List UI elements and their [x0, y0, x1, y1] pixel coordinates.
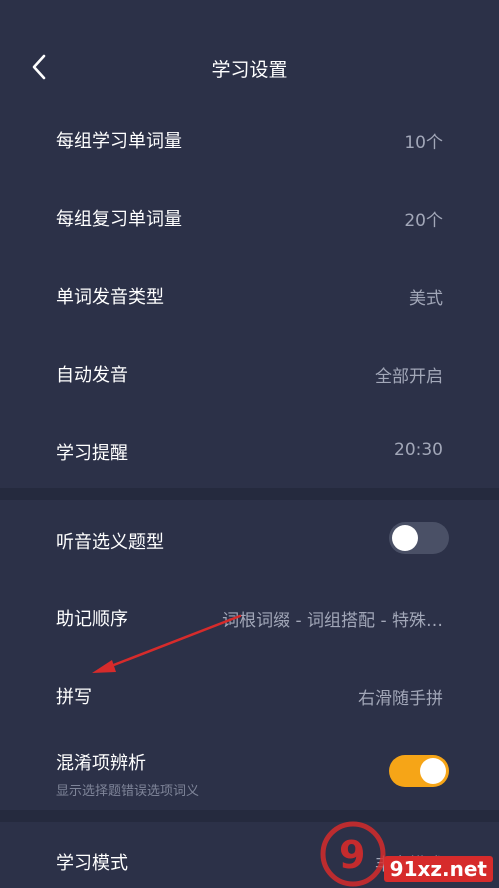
- setting-row-study-count[interactable]: 每组学习单词量 10个: [0, 100, 499, 178]
- confusion-analysis-toggle[interactable]: [389, 755, 449, 787]
- setting-row-study-reminder[interactable]: 学习提醒 20:30: [0, 412, 499, 490]
- section-divider: [0, 488, 499, 500]
- setting-label: 学习提醒: [56, 443, 128, 464]
- setting-row-auto-pronounce[interactable]: 自动发音 全部开启: [0, 334, 499, 412]
- setting-value: 词根词缀 - 词组搭配 - 特殊…: [222, 611, 443, 631]
- setting-label: 学习模式: [56, 853, 128, 874]
- settings-group-basic: 每组学习单词量 10个 每组复习单词量 20个 单词发音类型 美式 自动发音 全…: [0, 100, 499, 488]
- setting-row-spelling[interactable]: 拼写 右滑随手拼: [0, 656, 499, 734]
- toggle-knob: [392, 525, 418, 551]
- setting-label: 拼写: [56, 687, 92, 708]
- setting-sublabel: 显示选择题错误选项词义: [56, 784, 200, 799]
- setting-label: 助记顺序: [56, 609, 128, 630]
- setting-label: 听音选义题型: [56, 532, 164, 553]
- setting-label: 每组学习单词量: [56, 131, 182, 152]
- setting-row-listening-question: 听音选义题型: [0, 500, 499, 578]
- setting-label: 每组复习单词量: [56, 209, 182, 230]
- toggle-knob: [420, 758, 446, 784]
- setting-row-pronunciation-type[interactable]: 单词发音类型 美式: [0, 256, 499, 334]
- setting-label: 混淆项辨析: [56, 753, 146, 774]
- setting-label: 自动发音: [56, 365, 128, 386]
- watermark-text: 91xz.net: [383, 856, 493, 882]
- setting-label: 单词发音类型: [56, 287, 164, 308]
- watermark-logo: 9 91xz.net: [320, 820, 499, 888]
- setting-value: 右滑随手拼: [358, 689, 443, 709]
- setting-row-confusion-analysis: 混淆项辨析 显示选择题错误选项词义: [0, 734, 499, 810]
- setting-row-mnemonic-order[interactable]: 助记顺序 词根词缀 - 词组搭配 - 特殊…: [0, 578, 499, 656]
- listening-question-toggle[interactable]: [389, 522, 449, 554]
- setting-value: 20个: [404, 211, 443, 231]
- settings-group-question: 听音选义题型 助记顺序 词根词缀 - 词组搭配 - 特殊… 拼写 右滑随手拼 混…: [0, 500, 499, 810]
- setting-row-review-count[interactable]: 每组复习单词量 20个: [0, 178, 499, 256]
- setting-value: 美式: [409, 289, 443, 309]
- setting-value: 20:30: [394, 440, 443, 460]
- svg-text:9: 9: [339, 833, 365, 877]
- watermark-badge-icon: 9: [320, 821, 386, 887]
- setting-value: 全部开启: [375, 367, 443, 387]
- page-title: 学习设置: [211, 59, 288, 81]
- setting-value: 10个: [404, 133, 443, 153]
